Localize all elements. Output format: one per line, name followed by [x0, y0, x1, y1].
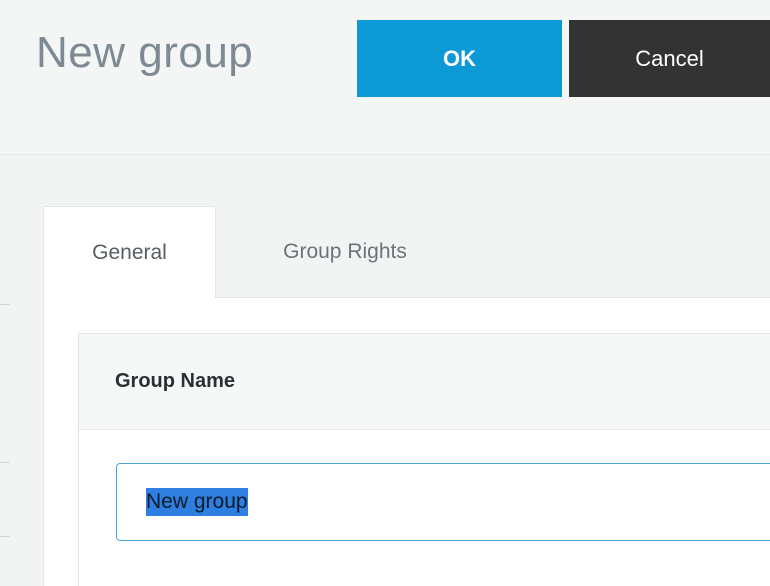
edge-tick	[0, 536, 10, 537]
cancel-button[interactable]: Cancel	[569, 20, 770, 97]
new-group-dialog: New group OK Cancel General Group Rights…	[0, 0, 770, 586]
group-name-input[interactable]: New group	[116, 463, 770, 541]
header-bar: New group OK Cancel	[0, 0, 770, 155]
page-title: New group	[36, 28, 254, 77]
general-tab-panel: Group Name New group	[43, 297, 770, 586]
content-area: General Group Rights Group Name New grou…	[0, 156, 770, 586]
edge-tick	[0, 304, 10, 305]
section-title: Group Name	[115, 370, 236, 392]
tab-general[interactable]: General	[43, 206, 216, 298]
left-edge	[0, 156, 10, 586]
edge-tick	[0, 462, 10, 463]
section-header: Group Name	[79, 334, 770, 430]
tab-group-rights[interactable]: Group Rights	[230, 206, 460, 298]
group-name-value: New group	[146, 488, 248, 516]
group-name-section: Group Name New group	[78, 333, 770, 586]
ok-button[interactable]: OK	[357, 20, 562, 97]
